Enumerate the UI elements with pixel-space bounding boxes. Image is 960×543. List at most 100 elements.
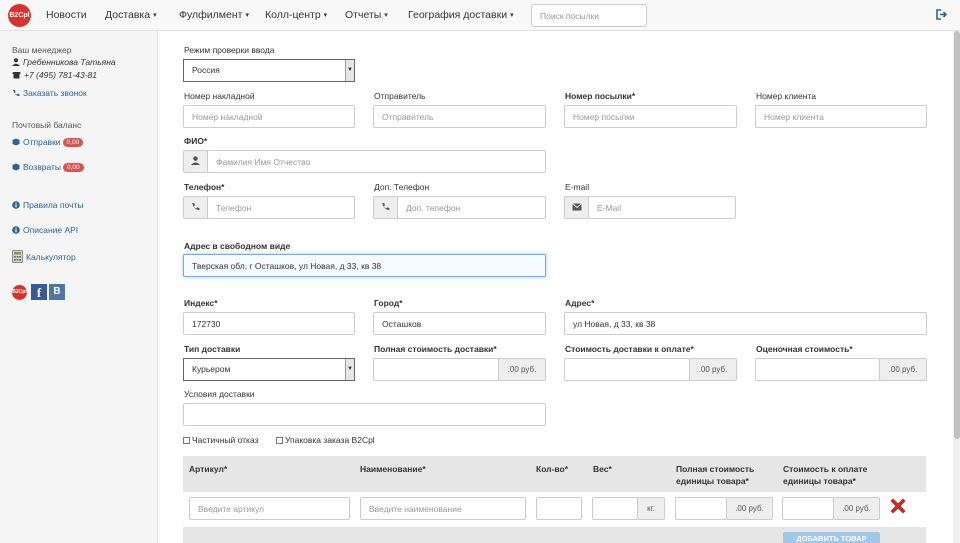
phone-handset-icon <box>13 90 20 97</box>
order-call-link[interactable]: Заказать звонок <box>12 88 87 98</box>
nav-reports[interactable]: Отчеты ▾ <box>345 9 388 21</box>
scrollbar-thumb[interactable] <box>954 31 960 439</box>
column-weight: Вес* <box>593 464 612 474</box>
partial-refusal-checkbox[interactable]: Частичный отказ <box>183 435 259 445</box>
calculator-icon <box>12 250 23 263</box>
b2cpl-logo[interactable]: B2Cpl <box>8 4 31 27</box>
envelope-icon <box>571 203 582 211</box>
nav-fulfillment[interactable]: Фулфилмент ▾ <box>179 9 249 21</box>
extra-phone-label: Доп. Телефон <box>374 182 430 192</box>
fio-input[interactable] <box>207 150 546 173</box>
unit-pay-cost-input[interactable] <box>782 497 834 520</box>
full-delivery-cost-label: Полная стоимость доставки* <box>374 344 497 354</box>
user-icon <box>12 58 20 66</box>
nav-news[interactable]: Новости <box>46 9 87 21</box>
chevron-down-icon: ▾ <box>153 12 157 19</box>
phone-input[interactable] <box>207 196 355 219</box>
phone-handset-icon <box>382 203 390 210</box>
rub-addon: .00 руб. <box>879 358 927 381</box>
info-icon <box>12 226 20 234</box>
parcel-number-input[interactable] <box>564 105 737 128</box>
info-icon <box>12 201 20 209</box>
rub-addon: .00 руб. <box>833 497 880 520</box>
delivery-type-label: Тип доставки <box>184 344 241 354</box>
waybill-label: Номер накладной <box>184 91 255 101</box>
shipments-link[interactable]: Отправки 0,00 <box>12 137 84 147</box>
pay-delivery-cost-label: Стоимость доставки к оплате* <box>565 344 694 354</box>
manager-name: Гребенникова Татьяна <box>12 57 116 67</box>
manager-title: Ваш менеджер <box>12 45 72 55</box>
fio-label: ФИО* <box>184 136 208 146</box>
city-input[interactable] <box>373 312 546 335</box>
article-input[interactable] <box>189 497 350 520</box>
b2cpl-packaging-checkbox[interactable]: Упаковка заказа B2Cpl <box>276 435 375 445</box>
delivery-type-select[interactable]: Курьером ▼ <box>183 358 355 381</box>
dropdown-arrow-icon: ▼ <box>345 60 354 81</box>
waybill-input[interactable] <box>183 105 355 128</box>
extra-phone-input[interactable] <box>397 196 546 219</box>
nav-call-center[interactable]: Колл-центр ▾ <box>265 9 327 21</box>
email-label: E-mail <box>565 182 590 192</box>
sender-label: Отправитель <box>374 91 426 101</box>
user-addon <box>183 150 208 173</box>
mail-rules-link[interactable]: Правила почты <box>12 200 83 210</box>
chevron-down-icon: ▾ <box>245 12 249 19</box>
address-input[interactable] <box>564 312 927 335</box>
city-label: Город* <box>374 298 403 308</box>
address-label: Адрес* <box>565 298 595 308</box>
top-navbar: B2Cpl Новости Доставка ▾ Фулфилмент ▾ Колл… <box>0 0 960 31</box>
chevron-down-icon: ▾ <box>510 12 514 19</box>
index-label: Индекс* <box>184 298 218 308</box>
index-input[interactable] <box>183 312 355 335</box>
rub-addon: .00 руб. <box>498 358 546 381</box>
vkontakte-icon[interactable]: B <box>49 284 65 300</box>
phone-addon <box>183 196 208 219</box>
delete-row-icon[interactable] <box>888 496 908 516</box>
phone-icon <box>12 72 21 79</box>
delivery-conditions-input[interactable] <box>183 403 546 426</box>
estimated-cost-input[interactable] <box>755 358 880 381</box>
column-unit-full-cost: Полная стоимость единицы товара* <box>676 464 755 486</box>
cube-icon <box>12 163 20 171</box>
email-input[interactable] <box>588 196 736 219</box>
weight-input[interactable] <box>592 497 638 520</box>
manager-phone: +7 (495) 781-43-81 <box>12 70 97 80</box>
dropdown-arrow-icon: ▼ <box>345 359 354 380</box>
logout-icon[interactable] <box>936 9 948 20</box>
column-name: Наименование* <box>360 464 426 474</box>
calculator-link[interactable]: Калькулятор <box>12 250 76 263</box>
quantity-input[interactable] <box>536 497 582 520</box>
phone-label: Телефон* <box>184 182 225 192</box>
check-mode-select[interactable]: Россия ▼ <box>183 59 355 82</box>
phone-handset-icon <box>192 203 200 210</box>
estimated-cost-label: Оценочная стоимость* <box>756 344 853 354</box>
api-description-link[interactable]: Описание API <box>12 225 78 235</box>
facebook-icon[interactable]: f <box>31 284 47 300</box>
chevron-down-icon: ▾ <box>323 12 328 19</box>
chevron-down-icon: ▾ <box>384 12 388 19</box>
parcel-number-label: Номер посылки* <box>565 91 636 101</box>
item-name-input[interactable] <box>360 497 526 520</box>
parcel-search-input[interactable] <box>531 4 647 27</box>
column-quantity: Кол-во* <box>536 464 569 474</box>
client-number-input[interactable] <box>755 105 927 128</box>
pay-delivery-cost-input[interactable] <box>564 358 690 381</box>
nav-delivery-geography[interactable]: География доставки ▾ <box>408 9 514 21</box>
delivery-conditions-label: Условия доставки <box>184 389 255 399</box>
rub-addon: .00 руб. <box>726 497 773 520</box>
b2cpl-social-icon[interactable]: B2Cpl <box>12 285 27 300</box>
cube-icon <box>12 138 20 146</box>
full-delivery-cost-input[interactable] <box>373 358 499 381</box>
add-item-button[interactable]: ДОБАВИТЬ ТОВАР <box>783 532 880 543</box>
extra-phone-addon <box>373 196 398 219</box>
nav-delivery[interactable]: Доставка ▾ <box>105 9 157 21</box>
returns-balance-badge: 0,00 <box>62 163 84 172</box>
unit-full-cost-input[interactable] <box>675 497 727 520</box>
sender-input[interactable] <box>373 105 546 128</box>
returns-link[interactable]: Возвраты 0,00 <box>12 162 84 172</box>
kg-addon: кг. <box>637 497 665 520</box>
check-mode-label: Режим проверки ввода <box>184 45 275 55</box>
client-number-label: Номер клиента <box>756 91 816 101</box>
free-address-input[interactable] <box>183 254 546 277</box>
email-addon <box>564 196 589 219</box>
